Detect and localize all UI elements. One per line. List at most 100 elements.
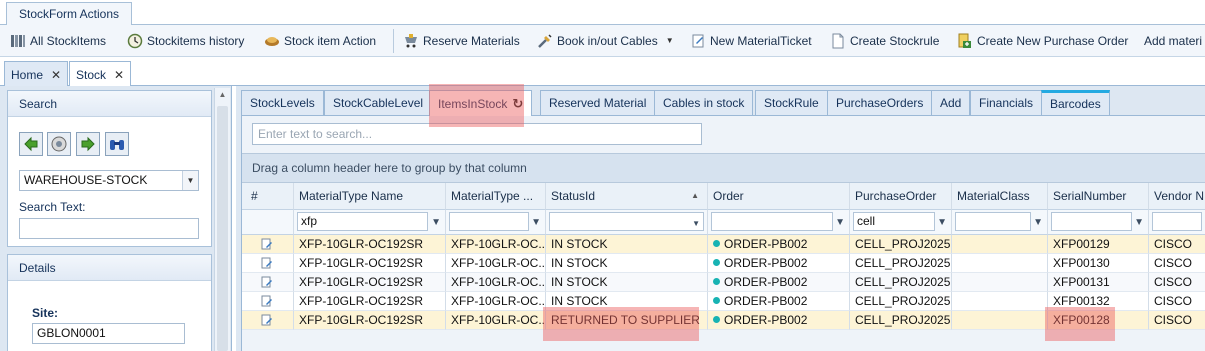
filter-type-input[interactable] xyxy=(449,212,529,231)
table-row[interactable]: XFP-10GLR-OC192SR XFP-10GLR-OC... IN STO… xyxy=(242,235,1205,254)
refresh-icon[interactable] xyxy=(47,132,71,156)
forward-arrow-icon[interactable] xyxy=(76,132,100,156)
close-icon[interactable]: ✕ xyxy=(51,68,61,82)
cell-type: XFP-10GLR-OC... xyxy=(446,311,546,330)
column-header-serialnumber[interactable]: SerialNumber xyxy=(1048,183,1149,210)
site-field[interactable]: GBLON0001 xyxy=(32,323,185,344)
cell-order: ORDER-PB002 xyxy=(708,292,850,311)
doc-tab-home[interactable]: Home ✕ xyxy=(4,61,69,87)
scroll-thumb[interactable] xyxy=(217,106,228,351)
column-header-materialclass[interactable]: MaterialClass xyxy=(952,183,1048,210)
tab-stockcablelevel[interactable]: StockCableLevel xyxy=(324,90,433,115)
row-edit-cell[interactable] xyxy=(242,235,294,254)
row-edit-cell[interactable] xyxy=(242,292,294,311)
column-header-index[interactable]: # xyxy=(242,183,294,210)
column-header-materialtype[interactable]: MaterialType ... xyxy=(446,183,546,210)
column-header-order[interactable]: Order xyxy=(708,183,850,210)
row-edit-cell[interactable] xyxy=(242,311,294,330)
cell-serial: XFP00131 xyxy=(1048,273,1149,292)
cell-serial: XFP00129 xyxy=(1048,235,1149,254)
edit-icon[interactable] xyxy=(261,276,273,289)
all-stockitems-button[interactable]: All StockItems xyxy=(10,25,106,56)
close-icon[interactable]: ✕ xyxy=(114,68,124,82)
toolbar-separator xyxy=(393,29,394,53)
filter-icon[interactable]: ▼ xyxy=(937,214,947,232)
filter-purchaseorder-input[interactable]: cell xyxy=(853,212,935,231)
filter-serialnumber-input[interactable] xyxy=(1051,212,1132,231)
create-purchase-order-label: Create New Purchase Order xyxy=(977,33,1129,48)
stock-item-action-button[interactable]: Stock item Action xyxy=(264,25,376,56)
sub-tabbar: StockLevels StockCableLevel ItemsInStock… xyxy=(241,90,1205,116)
filter-name-input[interactable]: xfp xyxy=(297,212,428,231)
reserve-materials-label: Reserve Materials xyxy=(423,33,520,48)
reserve-materials-button[interactable]: Reserve Materials xyxy=(403,25,520,56)
warehouse-select[interactable]: WAREHOUSE-STOCK ▼ xyxy=(19,170,199,191)
cell-vendor: CISCO xyxy=(1149,292,1205,311)
edit-icon[interactable] xyxy=(261,257,273,270)
stockitems-history-button[interactable]: Stockitems history xyxy=(127,25,244,56)
create-purchase-order-button[interactable]: Create New Purchase Order xyxy=(957,25,1128,56)
stock-item-action-label: Stock item Action xyxy=(284,33,377,48)
tab-stockrule[interactable]: StockRule xyxy=(755,90,828,115)
add-material-button[interactable]: Add materi xyxy=(1144,25,1202,56)
tab-itemsinstock-label: ItemsInStock xyxy=(438,96,508,111)
filter-icon[interactable]: ▼ xyxy=(1033,214,1043,232)
row-edit-cell[interactable] xyxy=(242,273,294,292)
tab-purchaseorders[interactable]: PurchaseOrders xyxy=(827,90,933,115)
table-row[interactable]: XFP-10GLR-OC192SR XFP-10GLR-OC... IN STO… xyxy=(242,254,1205,273)
grid-header-row: # MaterialType Name MaterialType ... Sta… xyxy=(242,183,1205,210)
tab-add[interactable]: Add xyxy=(931,90,971,115)
filter-materialclass-input[interactable] xyxy=(955,212,1031,231)
filter-icon[interactable]: ▼ xyxy=(431,214,441,232)
tab-barcodes[interactable]: Barcodes xyxy=(1041,90,1110,115)
edit-icon[interactable] xyxy=(261,295,273,308)
ribbon-tabbar: StockForm Actions xyxy=(0,0,1205,26)
site-label: Site: xyxy=(32,306,59,320)
tab-itemsinstock[interactable]: ItemsInStock ↻ xyxy=(429,90,533,116)
chevron-down-icon[interactable]: ▼ xyxy=(182,171,198,190)
group-by-panel[interactable]: Drag a column header here to group by th… xyxy=(242,153,1205,183)
edit-icon[interactable] xyxy=(261,314,273,327)
ribbon-tab-stockform-actions[interactable]: StockForm Actions xyxy=(6,2,133,26)
grid-search-input[interactable]: Enter text to search... xyxy=(252,123,702,145)
back-arrow-icon[interactable] xyxy=(19,132,43,156)
refresh-icon[interactable]: ↻ xyxy=(512,96,523,112)
new-materialticket-button[interactable]: New MaterialTicket xyxy=(690,25,812,56)
filter-icon[interactable]: ▼ xyxy=(1134,214,1144,232)
reserve-icon xyxy=(403,33,419,49)
filter-vendor-input[interactable] xyxy=(1152,212,1202,231)
cell-status: IN STOCK xyxy=(546,273,708,292)
column-header-materialtype-name[interactable]: MaterialType Name xyxy=(294,183,446,210)
filter-order-input[interactable] xyxy=(711,212,833,231)
cell-class xyxy=(952,292,1048,311)
left-panel-scrollbar[interactable]: ▲ xyxy=(214,88,230,351)
table-row[interactable]: XFP-10GLR-OC192SR XFP-10GLR-OC... IN STO… xyxy=(242,292,1205,311)
filter-icon[interactable]: ▼ xyxy=(835,214,845,232)
tab-financials[interactable]: Financials xyxy=(970,90,1043,115)
table-row[interactable]: XFP-10GLR-OC192SR XFP-10GLR-OC... RETURN… xyxy=(242,311,1205,330)
cell-po: CELL_PROJ2025 xyxy=(850,292,952,311)
doc-tab-stock[interactable]: Stock ✕ xyxy=(69,61,132,88)
scroll-up-icon[interactable]: ▲ xyxy=(217,90,228,100)
search-text-input[interactable] xyxy=(19,218,199,239)
purchase-icon xyxy=(957,33,973,49)
filter-icon[interactable]: ▼ xyxy=(531,214,541,232)
filter-status-select[interactable] xyxy=(549,212,704,231)
binoculars-icon[interactable] xyxy=(105,132,129,156)
status-dot-icon xyxy=(713,297,720,304)
table-row[interactable]: XFP-10GLR-OC192SR XFP-10GLR-OC... IN STO… xyxy=(242,273,1205,292)
cell-order-text: ORDER-PB002 xyxy=(724,275,808,289)
book-in-out-cables-button[interactable]: Book in/out Cables ▼ xyxy=(537,25,674,56)
column-header-vendor[interactable]: Vendor N xyxy=(1149,183,1205,210)
cell-order: ORDER-PB002 xyxy=(708,235,850,254)
tab-stocklevels[interactable]: StockLevels xyxy=(241,90,324,115)
tab-reserved-material[interactable]: Reserved Material xyxy=(540,90,656,115)
edit-icon[interactable] xyxy=(261,238,273,251)
create-stockrule-button[interactable]: Create Stockrule xyxy=(830,25,939,56)
tab-cables-in-stock[interactable]: Cables in stock xyxy=(654,90,754,115)
column-header-purchaseorder[interactable]: PurchaseOrder xyxy=(850,183,952,210)
cell-name: XFP-10GLR-OC192SR xyxy=(294,254,446,273)
row-edit-cell[interactable] xyxy=(242,254,294,273)
chevron-down-icon[interactable]: ▼ xyxy=(692,215,700,233)
column-header-statusid[interactable]: StatusId ▲ xyxy=(546,183,708,210)
